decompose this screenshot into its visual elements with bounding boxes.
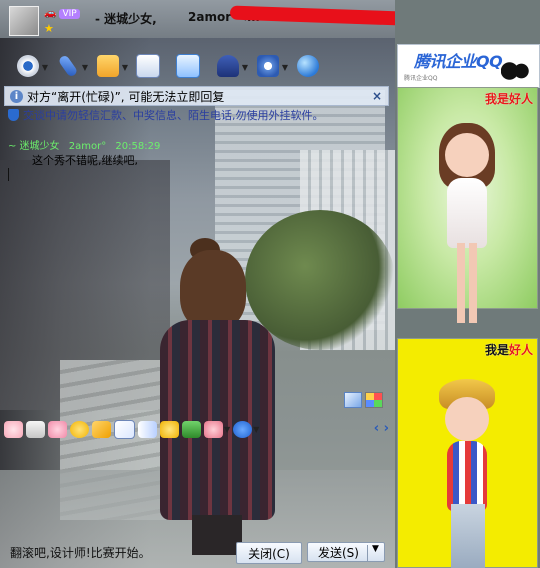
penguin-icon [501,59,535,83]
chevron-down-icon[interactable]: ▼ [253,425,259,434]
close-chat-button[interactable]: 关闭(C) [236,542,302,564]
message-sender-id: 2amor° [68,141,107,152]
prev-arrow-icon[interactable]: ‹ [374,421,379,436]
show-label-a: 我是 [484,343,509,357]
doll-head [444,133,489,177]
emoticon-nav: ‹ › [374,421,389,436]
message-time: 20:58:29 [115,141,161,152]
gift-icon[interactable] [182,420,201,438]
status-notice-text: 对方“离开(忙碌)”, 可能无法立即回复 [27,89,225,104]
chevron-down-icon[interactable]: ▼ [282,63,288,72]
doll-body [446,441,487,511]
doll-legs [456,243,477,323]
create-discussion-button[interactable] [170,51,206,81]
show-label-a: 我是 [484,92,509,106]
thumb-icon[interactable] [92,420,111,438]
show-label-b: 好人 [508,343,533,357]
avatar-doll [433,123,503,323]
message-header: ~ 迷城少女 2amor° 20:58:29 [8,137,166,152]
star-icon: ★ [44,22,54,35]
color-theme-icon[interactable] [365,392,383,408]
qq-chat-window: 🚗VIP ★ - 迷城少女, 2amor°<m – + × ▼ ▼ ▼ ▼ ▼ … [0,0,540,568]
chevron-down-icon[interactable]: ▼ [82,63,88,72]
bottom-tip[interactable]: 翻滚吧,设计师!比赛开始。 [10,544,151,561]
close-notice-button[interactable]: × [372,89,382,103]
chevron-down-icon[interactable]: ▼ [224,425,230,434]
shield-icon [8,109,19,121]
chevron-down-icon[interactable]: ▼ [122,63,128,72]
right-panel: 腾讯企业QQ 腾讯企业QQ 我是好人 我是好人 [395,0,540,568]
show-label: 我是好人 [485,341,533,358]
send-options-dropdown[interactable]: ▼ [372,544,379,554]
emoticon-toolbar: ▼ ▼ ‹ › [0,418,399,440]
chat-toolbar: ▼ ▼ ▼ ▼ ▼ [0,48,405,84]
app-settings-button[interactable]: ▼ [250,51,288,81]
security-warning-text: 交谈中请勿轻信汇款、中奖信息、陌生电话,勿使用外挂软件。 [23,109,324,122]
mug-icon[interactable] [204,420,223,438]
security-warning: 交谈中请勿轻信汇款、中奖信息、陌生电话,勿使用外挂软件。 [8,107,324,123]
chevron-down-icon[interactable]: ▼ [242,63,248,72]
doodle-icon[interactable] [114,419,135,439]
enterprise-qq-ad[interactable]: 腾讯企业QQ 腾讯企业QQ [397,44,540,88]
hair [180,250,246,330]
ad-small-text: 腾讯企业QQ [404,75,438,82]
status-notice-bar: i 对方“离开(忙碌)”, 可能无法立即回复 × [4,86,389,106]
chevron-down-icon[interactable]: ▼ [42,63,48,72]
qq-show-self[interactable]: 我是好人 [397,87,538,323]
email-icon [136,54,160,78]
vip-badge: VIP [59,9,80,19]
background-person [160,238,275,555]
webcam-icon [17,55,39,77]
qq-show-contact[interactable]: 我是好人 [397,338,538,568]
police-cap-icon [217,55,239,77]
bottom-bar: 翻滚吧,设计师!比赛开始。 关闭(C) 发送(S) ▼ [0,540,395,568]
folder-icon [97,55,119,77]
avatar-doll [433,379,503,568]
voice-call-button[interactable]: ▼ [50,51,88,81]
video-call-button[interactable]: ▼ [10,51,48,81]
pig-face-icon[interactable] [4,420,23,438]
globe-icon [297,55,319,77]
sogou-icon[interactable] [233,420,253,438]
pink-pig-icon[interactable] [48,420,67,438]
doll-head [444,397,489,441]
cup-icon[interactable] [26,420,45,438]
emoji-icon[interactable] [70,420,89,438]
add-message-icon [176,54,200,78]
message-sender[interactable]: ~ 迷城少女 [8,141,60,152]
send-file-button[interactable]: ▼ [90,51,128,81]
switch-layout-icon[interactable] [344,392,362,408]
ad-brand: 腾讯企业QQ [414,52,503,71]
microphone-icon [57,54,79,78]
web-app-button[interactable] [290,51,326,81]
doll-body [446,178,487,248]
show-label-b: 好人 [508,92,533,106]
info-icon: i [10,89,23,103]
car-icon: 🚗 [44,8,57,19]
show-label: 我是好人 [485,90,533,107]
send-divider [367,545,368,561]
doll-legs [450,504,485,568]
bow-icon[interactable] [138,420,157,438]
message-body: 这个秀不错呢,继续吧, [32,154,138,167]
email-button[interactable] [130,51,166,81]
next-arrow-icon[interactable]: › [384,421,389,436]
contact-name: - 迷城少女, [95,12,157,26]
duck-icon[interactable] [160,420,179,438]
input-caret[interactable] [8,168,9,181]
vip-indicator[interactable]: 🚗 VIP [44,8,80,19]
send-button[interactable]: 发送(S) ▼ [307,542,385,562]
settings-icon [257,55,279,77]
remote-assist-button[interactable]: ▼ [210,51,248,81]
contact-avatar[interactable] [9,6,39,36]
send-button-label: 发送(S) [318,545,359,560]
